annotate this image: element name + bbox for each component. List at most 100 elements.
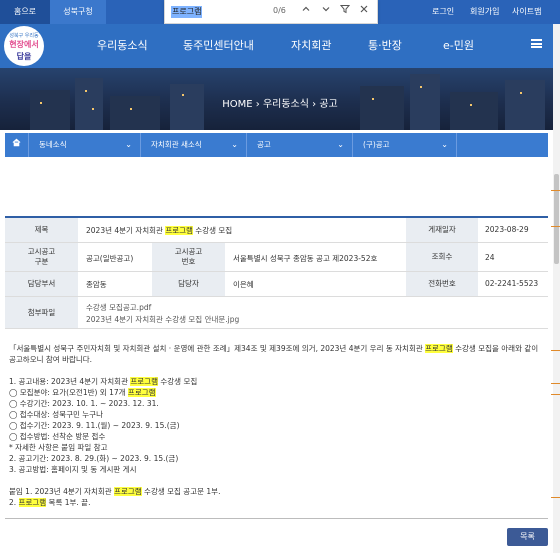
body-text: 목록 1부. 끝. (46, 498, 91, 507)
chevron-down-icon: ⌄ (337, 140, 344, 149)
find-match-count: 0/6 (273, 6, 286, 15)
logo-text-2: 현장에서 (9, 40, 39, 49)
table-row: 제목 2023년 4분기 자치회관 프로그램 수강생 모집 게재일자 2023-… (5, 218, 548, 243)
person-header: 담당자 (152, 272, 225, 296)
body-line: 「서울특별시 성북구 주민자치회 및 자치회관 설치 · 운영에 관한 조례」제… (9, 343, 549, 354)
title-header: 제목 (5, 218, 78, 242)
body-text: 수강생 모집을 아래와 같이 (452, 344, 539, 353)
page-scrollbar[interactable] (553, 24, 560, 553)
chevron-down-icon[interactable] (319, 4, 333, 18)
nav-item-tongban[interactable]: 통·반장 (368, 37, 402, 53)
number-header: 고시공고 번호 (152, 243, 225, 271)
type-header: 고시공고 구분 (5, 243, 78, 271)
logo-text-1: 성북구 우리동 (9, 33, 39, 39)
body-text: ◯ 접수대상: 성북구민 누구나 (9, 410, 103, 419)
find-input[interactable]: 프로그램 (171, 6, 203, 18)
logo-text-3: 답을 (16, 52, 32, 61)
body-line: 1. 공고내용: 2023년 4분기 자치회관 프로그램 수강생 모집 (9, 376, 549, 387)
nav-item-hall[interactable]: 자치회관 (291, 37, 331, 53)
nav-item-news[interactable]: 우리동소식 (97, 37, 148, 53)
subnav-label: 자치회관 새소식 (151, 140, 202, 149)
sitemap-link[interactable]: 사이트맵 (512, 0, 541, 24)
search-highlight: 프로그램 (127, 388, 156, 397)
body-text: 2. 공고기간: 2023. 8. 29.(화) ~ 2023. 9. 15.(… (9, 454, 179, 463)
subnav-dropdown-old-notice[interactable]: (구)공고 ⌄ (353, 133, 457, 157)
body-line: ◯ 수강기간: 2023. 10. 1. ~ 2023. 12. 31. (9, 398, 549, 409)
search-highlight: 프로그램 (114, 487, 142, 496)
post-title: 2023년 4분기 자치회관 프로그램 수강생 모집 (86, 225, 232, 236)
chevron-up-icon[interactable] (299, 4, 313, 18)
search-highlight: 프로그램 (165, 226, 193, 235)
site-logo[interactable]: 성북구 우리동 현장에서 답을 (4, 26, 44, 66)
attachment-link[interactable]: 수강생 모집공고.pdf (86, 302, 151, 313)
chevron-down-icon: ⌄ (125, 140, 132, 149)
list-button[interactable]: 목록 (507, 528, 548, 546)
body-text: 붙임 1. 2023년 4분기 자치회관 (9, 487, 115, 496)
attachment-link[interactable]: 2023년 4분기 자치회관 수강생 모집 안내문.jpg (86, 314, 239, 325)
body-line (9, 475, 549, 486)
close-icon[interactable] (357, 4, 371, 18)
body-line: 3. 공고방법: 홈페이지 및 동 게시판 게시 (9, 464, 549, 475)
body-line: ◯ 모집분야: 요가(오전1반) 외 17개 프로그램 (9, 387, 549, 398)
body-text: * 자세한 사항은 붙임 파일 참고 (9, 443, 108, 452)
body-line: 공고하오니 참여 바랍니다. (9, 354, 549, 365)
table-row: 고시공고 구분 공고(일반공고) 고시공고 번호 서울특별시 성북구 종암동 공… (5, 243, 548, 272)
body-text: ◯ 모집분야: 요가(오전1반) 외 17개 (9, 388, 128, 397)
search-highlight: 프로그램 (425, 344, 453, 353)
body-line: 붙임 1. 2023년 4분기 자치회관 프로그램 수강생 모집 공고문 1부. (9, 486, 549, 497)
breadcrumb: HOME › 우리동소식 › 공고 (222, 99, 338, 110)
filter-icon[interactable] (338, 4, 352, 18)
table-row: 첨부파일 수강생 모집공고.pdf 2023년 4분기 자치회관 수강생 모집 … (5, 297, 548, 329)
body-text: ◯ 접수기간: 2023. 9. 11.(월) ~ 2023. 9. 15.(금… (9, 421, 180, 430)
body-text: 수강생 모집 (157, 377, 198, 386)
body-text: 수강생 모집 공고문 1부. (141, 487, 221, 496)
chevron-down-icon: ⌄ (441, 140, 448, 149)
search-highlight: 프로그램 (18, 498, 47, 507)
post-number: 서울특별시 성북구 종암동 공고 제2023-52호 (233, 254, 378, 263)
find-match-marker (551, 226, 560, 227)
date-header: 게재일자 (406, 218, 478, 242)
subnav-dropdown-news[interactable]: 동네소식 ⌄ (29, 133, 141, 157)
hero-banner: HOME › 우리동소식 › 공고 (0, 68, 560, 130)
subnav-label: 동네소식 (39, 140, 67, 149)
home-icon[interactable] (5, 133, 29, 157)
find-match-marker (551, 350, 560, 351)
views-header: 조회수 (406, 243, 478, 271)
find-match-marker (551, 497, 560, 498)
title-text: 2023년 4분기 자치회관 (86, 226, 166, 235)
body-line: ◯ 접수기간: 2023. 9. 11.(월) ~ 2023. 9. 15.(금… (9, 420, 549, 431)
body-text: ◯ 접수방법: 선착순 방문 접수 (9, 432, 106, 441)
subnav-label: 공고 (257, 140, 271, 149)
find-match-marker (551, 383, 560, 384)
post-phone: 02-2241-5523 (485, 279, 539, 288)
scrollbar-thumb[interactable] (554, 174, 559, 264)
post-views: 24 (485, 253, 495, 262)
find-in-page-bar: 프로그램 0/6 (164, 0, 378, 24)
body-line: ◯ 접수대상: 성북구민 누구나 (9, 409, 549, 420)
subnav-label: (구)공고 (363, 140, 390, 149)
seongbuk-office-tab[interactable]: 성북구청 (50, 0, 106, 24)
body-line: ◯ 접수방법: 선착순 방문 접수 (9, 431, 549, 442)
body-text: 공고하오니 참여 바랍니다. (9, 355, 93, 364)
subnav-dropdown-notice[interactable]: 공고 ⌄ (247, 133, 353, 157)
login-link[interactable]: 로그인 (432, 0, 454, 24)
window-light (520, 92, 522, 94)
find-match-marker (551, 394, 560, 395)
post-person: 이은혜 (233, 280, 254, 289)
attach-header: 첨부파일 (5, 297, 78, 328)
body-text: 2. (9, 498, 19, 507)
signup-link[interactable]: 회원가입 (470, 0, 499, 24)
home-tab[interactable]: 홈으로 (0, 0, 50, 24)
phone-header: 전화번호 (406, 272, 478, 296)
post-date: 2023-08-29 (485, 225, 529, 234)
window-light (420, 86, 422, 88)
body-text: 3. 공고방법: 홈페이지 및 동 게시판 게시 (9, 465, 137, 474)
dept-header: 담당부서 (5, 272, 78, 296)
title-text: 수강생 모집 (192, 226, 233, 235)
subnav-dropdown-hall-news[interactable]: 자치회관 새소식 ⌄ (141, 133, 247, 157)
nav-item-center-info[interactable]: 동주민센터안내 (183, 37, 254, 53)
notice-detail-table: 제목 2023년 4분기 자치회관 프로그램 수강생 모집 게재일자 2023-… (5, 216, 548, 329)
post-body: 「서울특별시 성북구 주민자치회 및 자치회관 설치 · 운영에 관한 조례」제… (9, 343, 549, 508)
menu-icon[interactable] (531, 39, 542, 48)
nav-item-eminwon[interactable]: e-민원 (443, 37, 474, 53)
